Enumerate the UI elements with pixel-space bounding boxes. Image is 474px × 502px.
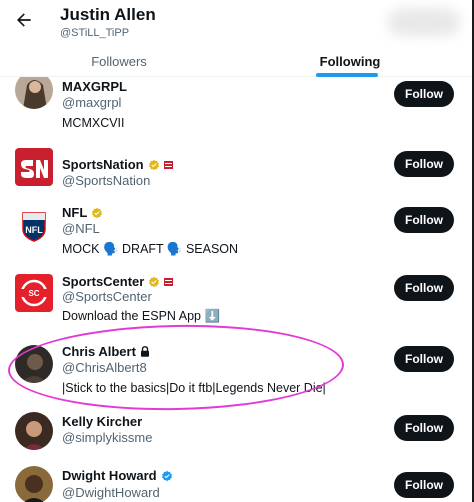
user-bio: Download the ESPN App ⬇️: [62, 309, 221, 323]
user-handle[interactable]: @NFL: [62, 221, 100, 236]
verified-gold-badge-icon: [92, 207, 103, 218]
user-name[interactable]: MAXGRPL: [62, 79, 127, 94]
sportsnation-logo-icon: [15, 148, 53, 186]
user-handle[interactable]: @SportsCenter: [62, 289, 152, 304]
user-photo-icon: [15, 466, 53, 502]
following-list: MAXGRPL @maxgrpl MCMXCVII Follow SportsN…: [0, 77, 472, 502]
follow-button[interactable]: Follow: [394, 151, 454, 177]
list-item[interactable]: MAXGRPL @maxgrpl MCMXCVII Follow: [0, 77, 472, 154]
user-name[interactable]: Kelly Kircher: [62, 414, 142, 429]
back-button[interactable]: [14, 10, 34, 30]
follow-button[interactable]: Follow: [394, 346, 454, 372]
blurred-header-button[interactable]: [388, 8, 460, 36]
follow-button[interactable]: Follow: [394, 81, 454, 107]
list-item[interactable]: NFL NFL @NFL MOCK 🗣️ DRAFT 🗣️ SEASON Fol…: [0, 205, 472, 265]
follow-button[interactable]: Follow: [394, 472, 454, 498]
avatar[interactable]: [15, 77, 53, 109]
user-handle[interactable]: @ChrisAlbert8: [62, 360, 147, 375]
user-name[interactable]: NFL: [62, 205, 87, 220]
avatar[interactable]: SC: [15, 274, 53, 312]
list-item[interactable]: SportsNation @SportsNation Follow: [0, 145, 472, 205]
user-handle[interactable]: @simplykissme: [62, 430, 152, 445]
profile-header: Justin Allen @STiLL_TiPP: [0, 0, 472, 44]
user-bio: |Stick to the basics|Do it ftb|Legends N…: [62, 381, 326, 395]
sportscenter-logo-icon: SC: [15, 274, 53, 312]
tab-followers[interactable]: Followers: [60, 44, 178, 77]
user-handle[interactable]: @DwightHoward: [62, 485, 160, 500]
avatar[interactable]: NFL: [15, 207, 53, 245]
tab-bar: Followers Following: [0, 44, 472, 77]
verified-gold-badge-icon: [148, 159, 159, 170]
affiliate-badge-icon: [164, 277, 174, 286]
user-name[interactable]: Dwight Howard: [62, 468, 157, 483]
verified-gold-badge-icon: [149, 276, 160, 287]
user-handle[interactable]: @maxgrpl: [62, 95, 121, 110]
page-title: Justin Allen: [60, 5, 156, 24]
user-photo-icon: [15, 345, 53, 383]
page-handle: @STiLL_TiPP: [60, 27, 130, 39]
avatar[interactable]: [15, 412, 53, 450]
avatar[interactable]: [15, 345, 53, 383]
user-photo-icon: [15, 77, 53, 109]
user-bio: MCMXCVII: [62, 116, 125, 130]
lock-icon: [140, 346, 149, 357]
list-item[interactable]: Dwight Howard @DwightHoward Follow: [0, 466, 472, 502]
user-name[interactable]: SportsCenter: [62, 274, 144, 289]
nfl-logo-icon: NFL: [22, 212, 46, 242]
list-item[interactable]: SC SportsCenter @SportsCenter Download t…: [0, 274, 472, 334]
affiliate-badge-icon: [163, 160, 173, 169]
list-item[interactable]: Chris Albert @ChrisAlbert8 |Stick to the…: [0, 342, 472, 412]
follow-button[interactable]: Follow: [394, 275, 454, 301]
follow-button[interactable]: Follow: [394, 207, 454, 233]
svg-text:NFL: NFL: [25, 225, 43, 235]
avatar[interactable]: [15, 466, 53, 502]
follow-button[interactable]: Follow: [394, 415, 454, 441]
avatar[interactable]: [15, 148, 53, 186]
svg-text:SC: SC: [28, 289, 39, 298]
tab-following-label: Following: [319, 54, 381, 69]
user-handle[interactable]: @SportsNation: [62, 173, 150, 188]
verified-blue-badge-icon: [161, 470, 172, 481]
user-name[interactable]: Chris Albert: [62, 344, 136, 359]
app-frame: Justin Allen @STiLL_TiPP Followers Follo…: [0, 0, 474, 502]
user-photo-icon: [15, 412, 53, 450]
user-bio: MOCK 🗣️ DRAFT 🗣️ SEASON: [62, 242, 239, 256]
list-item[interactable]: Kelly Kircher @simplykissme Follow: [0, 412, 472, 469]
user-name[interactable]: SportsNation: [62, 157, 144, 172]
arrow-left-icon: [17, 13, 31, 27]
